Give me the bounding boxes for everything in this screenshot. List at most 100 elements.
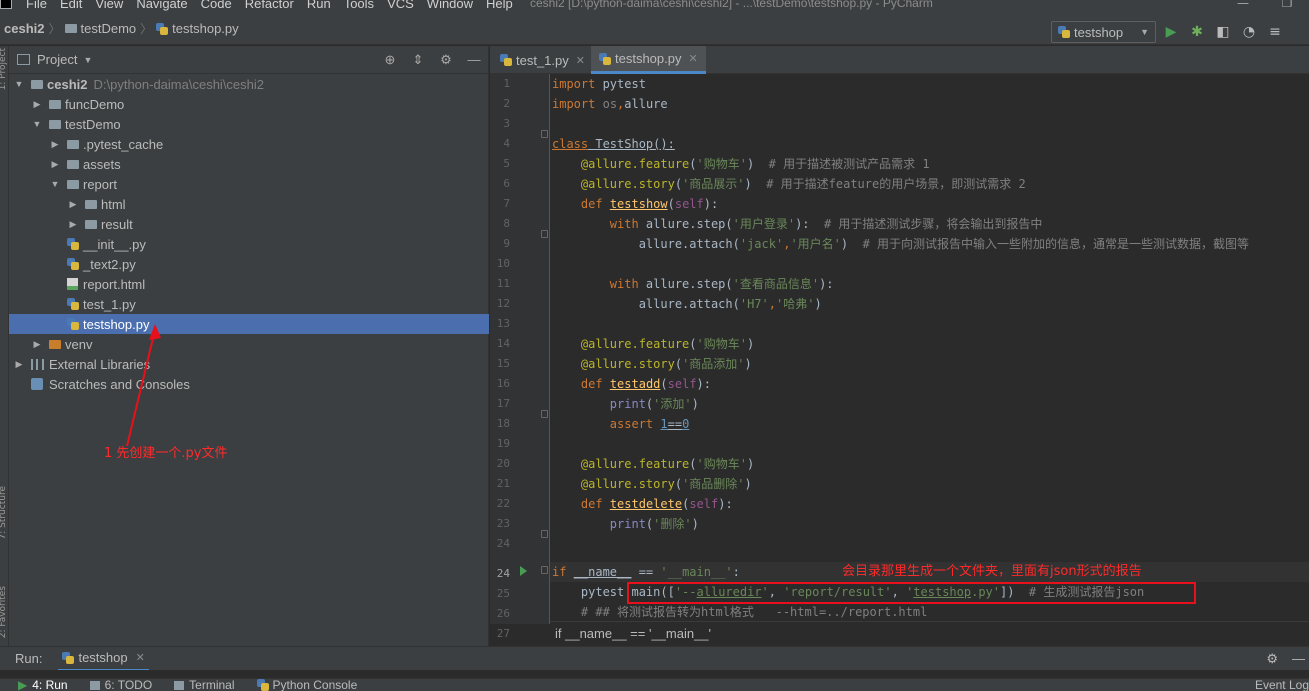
tree-item-pytest-cache[interactable]: ▶ .pytest_cache	[9, 134, 489, 154]
tab-test-1-py[interactable]: test_1.py ✕	[492, 46, 593, 74]
fold-icon[interactable]	[541, 530, 548, 538]
editor-tabs: test_1.py ✕ testshop.py ✕	[490, 46, 1309, 74]
debug-icon[interactable]: ✱	[1188, 23, 1206, 41]
line-number: 24	[496, 537, 510, 550]
chevron-right-icon[interactable]: ▶	[67, 219, 79, 230]
breadcrumb-folder[interactable]: testDemo	[64, 21, 136, 36]
tree-item-text2-py[interactable]: _text2.py	[9, 254, 489, 274]
menu-refactor[interactable]: Refactor	[245, 0, 294, 11]
hide-icon[interactable]: —	[466, 52, 482, 68]
code-area[interactable]: import pytest import os,allure class Tes…	[550, 74, 1309, 624]
close-icon[interactable]: ✕	[576, 54, 585, 67]
chevron-down-icon[interactable]: ▼	[83, 55, 92, 65]
tree-item-funcdemo[interactable]: ▶ funcDemo	[9, 94, 489, 114]
tool-tab-run[interactable]: ▶ 4: Run	[18, 678, 68, 691]
run-tab-testshop[interactable]: testshop ✕	[58, 647, 149, 671]
close-icon[interactable]: ✕	[136, 651, 145, 664]
maximize-icon[interactable]: ❐	[1265, 0, 1309, 10]
hide-icon[interactable]: —	[1292, 651, 1305, 667]
breadcrumb-file[interactable]: testshop.py	[156, 21, 239, 36]
python-file-icon	[67, 318, 79, 330]
menu-file[interactable]: File	[26, 0, 47, 11]
tree-item-ceshi2[interactable]: ▼ ceshi2 D:\python-daima\ceshi\ceshi2	[9, 74, 489, 94]
tree-item-label: _text2.py	[83, 256, 136, 272]
tool-tab-python-console[interactable]: Python Console	[256, 679, 357, 691]
event-log-button[interactable]: Event Log	[1255, 679, 1309, 691]
tree-item-result[interactable]: ▶ result	[9, 214, 489, 234]
chevron-right-icon[interactable]: ▶	[31, 339, 43, 350]
tree-item-assets[interactable]: ▶ assets	[9, 154, 489, 174]
menu-view[interactable]: View	[95, 0, 123, 11]
chevron-right-icon[interactable]: ▶	[31, 99, 43, 110]
chevron-right-icon[interactable]: ▶	[49, 139, 61, 150]
tree-item-test-1-py[interactable]: test_1.py	[9, 294, 489, 314]
gear-icon[interactable]: ⚙	[1266, 651, 1278, 667]
gear-icon[interactable]: ⚙	[438, 52, 454, 68]
run-gutter-icon[interactable]	[520, 566, 527, 576]
menu-run[interactable]: Run	[307, 0, 331, 11]
python-file-icon	[500, 54, 512, 66]
tool-tab-todo[interactable]: 6: TODO	[89, 679, 152, 691]
chevron-down-icon[interactable]: ▼	[49, 179, 61, 189]
coverage-icon[interactable]: ◧	[1214, 23, 1232, 41]
project-view-select[interactable]: Project	[37, 52, 77, 67]
tool-tab-terminal[interactable]: Terminal	[174, 679, 235, 691]
profile-icon[interactable]: ◔	[1240, 23, 1258, 41]
python-file-icon	[67, 298, 79, 310]
fold-icon[interactable]	[541, 130, 548, 138]
tree-item-scratches[interactable]: Scratches and Consoles	[9, 374, 489, 394]
tab-testshop-py[interactable]: testshop.py ✕	[591, 46, 706, 74]
run-icon[interactable]: ▶	[1162, 23, 1180, 41]
breadcrumb-project[interactable]: ceshi2	[4, 21, 44, 36]
menu-navigate[interactable]: Navigate	[136, 0, 187, 11]
tree-item-init-py[interactable]: __init__.py	[9, 234, 489, 254]
minimize-icon[interactable]: —	[1221, 0, 1265, 10]
python-console-icon	[256, 679, 269, 691]
line-number: 26	[496, 607, 510, 620]
tree-item-external-libraries[interactable]: ▶ External Libraries	[9, 354, 489, 374]
tree-item-html[interactable]: ▶ html	[9, 194, 489, 214]
fold-icon[interactable]	[541, 410, 548, 418]
menu-help[interactable]: Help	[486, 0, 513, 11]
line-number: 2	[503, 97, 510, 110]
tree-item-label: report.html	[83, 276, 146, 292]
menu-edit[interactable]: Edit	[60, 0, 82, 11]
collapse-all-icon[interactable]: ⇕	[410, 52, 426, 68]
code-line: @allure.feature('购物车')	[580, 337, 755, 351]
code-breadcrumb[interactable]: if __name__ == '__main__'	[550, 621, 1309, 646]
fold-icon[interactable]	[541, 230, 548, 238]
menu-tools[interactable]: Tools	[344, 0, 374, 11]
tree-item-label: test_1.py	[83, 296, 136, 312]
line-number: 16	[496, 377, 510, 390]
line-number: 25	[496, 587, 510, 600]
code-line: class TestShop():	[552, 137, 675, 151]
run-icon: ▶	[18, 678, 28, 691]
run-configuration-select[interactable]: testshop ▼	[1051, 21, 1156, 43]
build-icon[interactable]: ≡	[1266, 23, 1284, 41]
chevron-down-icon[interactable]: ▼	[13, 79, 25, 89]
tree-item-venv[interactable]: ▶ venv	[9, 334, 489, 354]
project-panel: Project ▼ ⊕ ⇕ ⚙ — ▼ ceshi2 D:\python-dai…	[9, 46, 489, 646]
chevron-right-icon[interactable]: ▶	[49, 159, 61, 170]
code-line: print('删除')	[609, 517, 699, 531]
favorites-tool-tab[interactable]: 2: Favorites	[0, 586, 8, 638]
line-number: 12	[496, 297, 510, 310]
close-icon[interactable]: ✕	[689, 52, 698, 65]
chevron-right-icon[interactable]: ▶	[67, 199, 79, 210]
terminal-icon	[174, 680, 185, 690]
chevron-right-icon: 〉	[48, 22, 61, 36]
chevron-right-icon[interactable]: ▶	[13, 359, 25, 370]
menu-window[interactable]: Window	[427, 0, 473, 11]
tree-item-testdemo[interactable]: ▼ testDemo	[9, 114, 489, 134]
fold-icon[interactable]	[541, 566, 548, 574]
code-line: with allure.step('查看商品信息'):	[609, 277, 834, 291]
tree-item-testshop-py[interactable]: testshop.py	[9, 314, 489, 334]
tree-item-report-html[interactable]: report.html	[9, 274, 489, 294]
locate-icon[interactable]: ⊕	[382, 52, 398, 68]
tree-item-report[interactable]: ▼ report	[9, 174, 489, 194]
menu-vcs[interactable]: VCS	[387, 0, 414, 11]
chevron-down-icon[interactable]: ▼	[31, 119, 43, 129]
structure-tool-tab[interactable]: 7: Structure	[0, 486, 8, 540]
project-tool-tab[interactable]: 1: Project	[0, 48, 8, 90]
menu-code[interactable]: Code	[201, 0, 232, 11]
